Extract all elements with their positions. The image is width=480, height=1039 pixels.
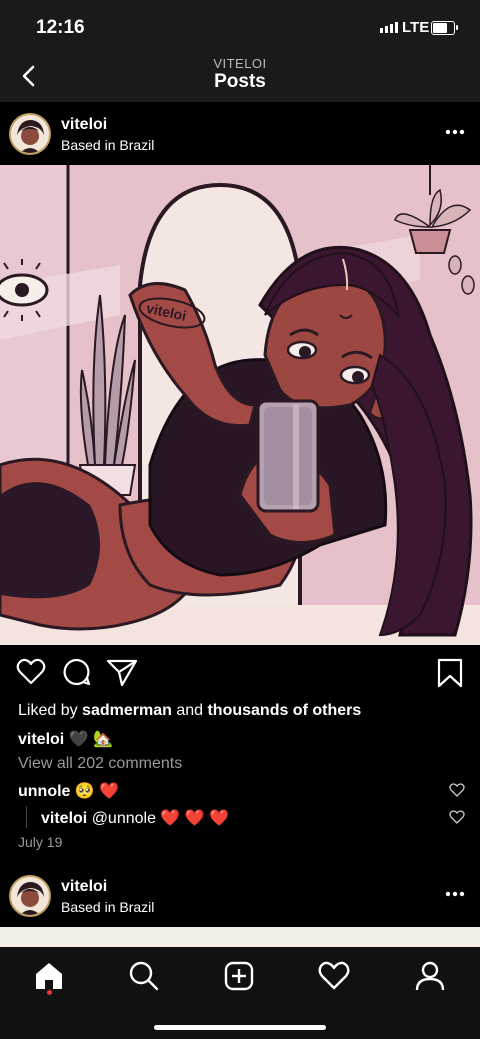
bookmark-icon[interactable]	[436, 657, 464, 689]
page-title: Posts	[214, 71, 266, 92]
liked-by-user[interactable]: sadmerman	[82, 702, 172, 719]
post-image[interactable]: viteloi	[0, 165, 480, 645]
comment-reply-item: viteloi @unnole ❤️ ❤️ ❤️	[41, 808, 229, 828]
likes-text[interactable]: Liked by sadmerman and thousands of othe…	[18, 702, 361, 720]
activity-heart-icon[interactable]	[317, 959, 351, 993]
more-dots-icon[interactable]	[444, 884, 466, 904]
comment-username[interactable]: unnole	[18, 783, 70, 800]
post-header: viteloi Based in Brazil	[0, 104, 480, 164]
caption-username[interactable]: viteloi	[18, 731, 64, 748]
send-icon[interactable]	[106, 657, 138, 687]
comment-like-icon[interactable]	[449, 782, 465, 798]
caption-text: 🖤 🏡	[68, 731, 113, 748]
likes-others[interactable]: thousands of others	[207, 702, 361, 719]
avatar[interactable]	[9, 113, 51, 155]
comment-item: unnole 🥺 ❤️	[18, 781, 119, 801]
bottom-tab-bar	[0, 947, 480, 1039]
next-post-image[interactable]	[0, 927, 480, 947]
likes-mid: and	[171, 702, 208, 719]
nav-header: VITELOI Posts	[0, 52, 480, 102]
battery-icon	[431, 21, 458, 35]
comment-text: @unnole ❤️ ❤️ ❤️	[91, 810, 230, 827]
more-dots-icon[interactable]	[444, 122, 466, 142]
reply-indicator	[26, 806, 27, 828]
comment-username[interactable]: viteloi	[41, 810, 87, 827]
post-location[interactable]: Based in Brazil	[61, 137, 154, 153]
heart-icon[interactable]	[16, 657, 46, 687]
home-active-dot	[47, 990, 52, 995]
status-bar: 12:16 LTE	[0, 0, 480, 52]
home-indicator	[154, 1025, 326, 1030]
post-actions	[0, 655, 480, 691]
comment-like-icon[interactable]	[449, 809, 465, 825]
comment-text: 🥺 ❤️	[74, 783, 120, 800]
caption: viteloi 🖤 🏡	[18, 729, 113, 749]
next-post-header: viteloi Based in Brazil	[0, 866, 480, 926]
network-label: LTE	[402, 19, 430, 36]
post-date: July 19	[18, 834, 63, 850]
search-icon[interactable]	[127, 959, 161, 993]
post-username[interactable]: viteloi	[61, 116, 107, 134]
add-post-icon[interactable]	[222, 959, 256, 993]
home-icon[interactable]	[32, 959, 66, 993]
status-time: 12:16	[36, 17, 85, 38]
profile-icon[interactable]	[413, 959, 447, 993]
comment-icon[interactable]	[62, 657, 92, 687]
post-location[interactable]: Based in Brazil	[61, 899, 154, 915]
likes-prefix: Liked by	[18, 702, 83, 719]
signal-icon	[380, 22, 398, 33]
header-username: VITELOI	[213, 56, 267, 71]
avatar[interactable]	[9, 875, 51, 917]
post-username[interactable]: viteloi	[61, 878, 107, 896]
view-all-comments-link[interactable]: View all 202 comments	[18, 755, 182, 773]
